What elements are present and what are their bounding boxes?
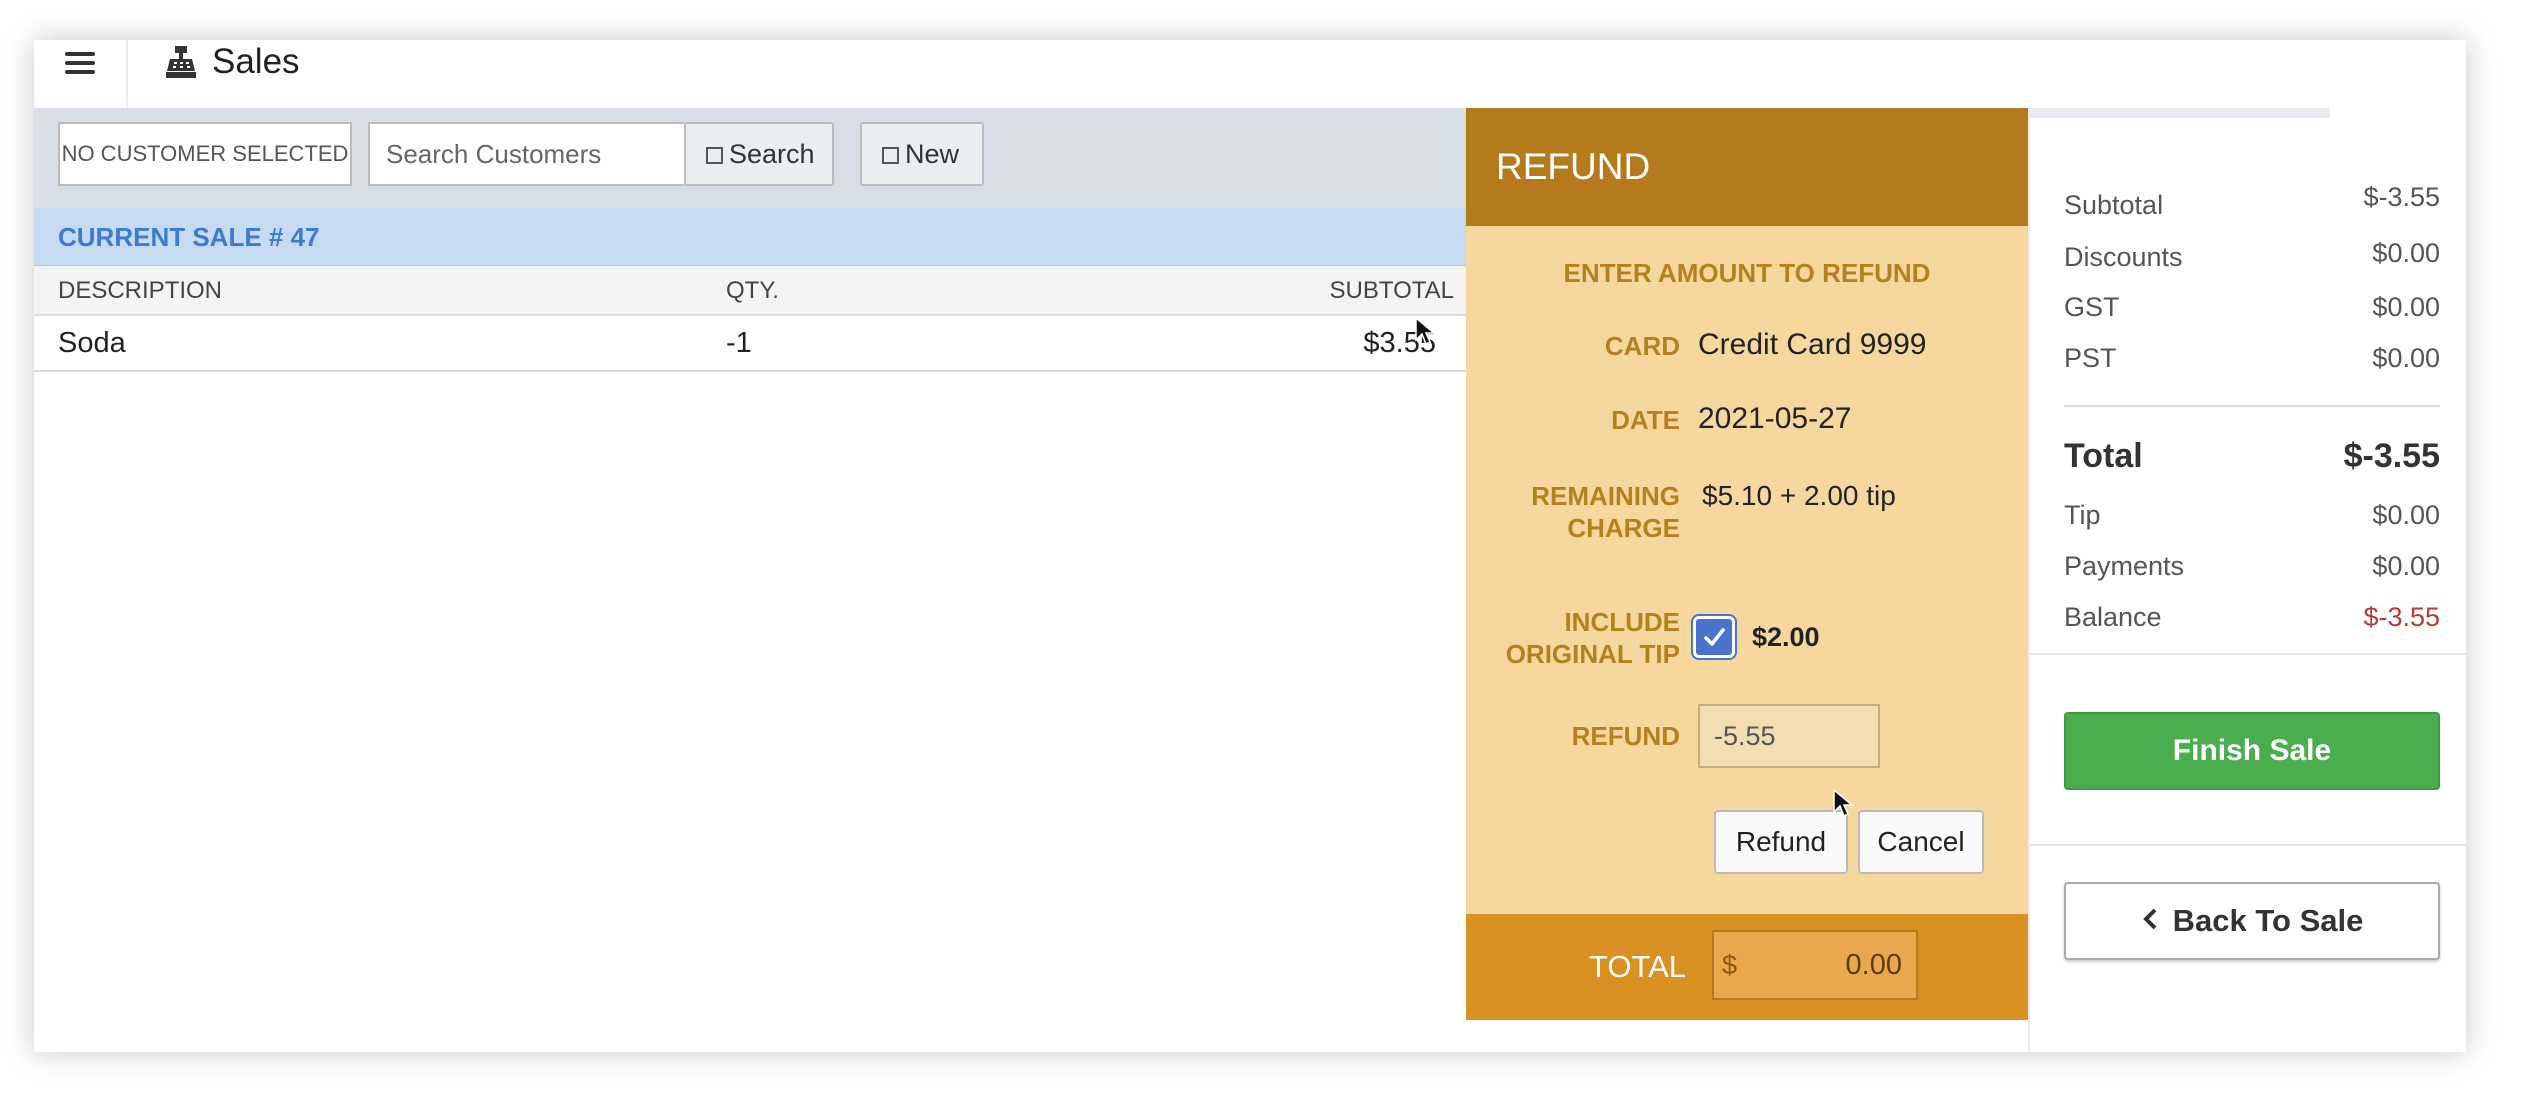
new-customer-button[interactable]: New — [860, 122, 984, 186]
summary-tip: Tip $0.00 — [2064, 500, 2440, 530]
sale-pane: NO CUSTOMER SELECTED Search New CURRENT … — [34, 108, 1466, 1052]
table-row[interactable]: Soda -1 $3.55 — [34, 316, 1466, 372]
summary-separator — [2030, 653, 2466, 655]
refund-panel: REFUND ENTER AMOUNT TO REFUND CARD Credi… — [1466, 108, 2028, 1020]
cancel-button[interactable]: Cancel — [1858, 810, 1984, 874]
summary-subtotal: Subtotal $-3.55 — [2064, 182, 2440, 220]
refund-button[interactable]: Refund — [1714, 810, 1848, 874]
chevron-left-icon — [2142, 908, 2157, 930]
search-customers-button[interactable]: Search — [684, 122, 834, 186]
date-value: 2021-05-27 — [1698, 402, 1852, 435]
summary-separator — [2030, 844, 2466, 846]
checkbox-square-icon — [706, 147, 723, 164]
refund-total-field[interactable]: $ 0.00 — [1712, 930, 1918, 1000]
card-value: Credit Card 9999 — [1698, 328, 1927, 361]
column-subtotal: SUBTOTAL — [1329, 277, 1454, 304]
item-description: Soda — [58, 327, 126, 359]
remaining-charge-label: REMAINING CHARGE — [1531, 481, 1680, 543]
mouse-cursor-icon — [1833, 788, 1854, 818]
column-description: DESCRIPTION — [58, 277, 223, 304]
item-qty: -1 — [726, 327, 752, 359]
refund-amount-input[interactable] — [1698, 704, 1880, 768]
balance-value: $-3.55 — [2363, 602, 2440, 632]
refund-instructions: ENTER AMOUNT TO REFUND — [1563, 258, 1931, 288]
summary-balance: Balance $-3.55 — [2064, 602, 2440, 632]
refund-amount-label: REFUND — [1571, 721, 1680, 751]
back-to-sale-button[interactable]: Back To Sale — [2064, 882, 2440, 960]
summary-gst: GST $0.00 — [2064, 292, 2440, 322]
tip-amount: $2.00 — [1752, 622, 1820, 652]
card-label: CARD — [1604, 331, 1680, 361]
page-title: Sales — [212, 42, 300, 81]
summary-top-strip — [2030, 108, 2330, 118]
include-tip-checkbox[interactable] — [1693, 616, 1735, 658]
checkmark-icon — [1704, 628, 1725, 646]
current-sale-header: CURRENT SALE # 47 — [34, 208, 1466, 266]
summary-payments: Payments $0.00 — [2064, 551, 2440, 581]
summary-discounts: Discounts $0.00 — [2064, 238, 2440, 272]
mouse-cursor-icon — [1415, 316, 1436, 346]
line-items-header: DESCRIPTION QTY. SUBTOTAL — [34, 266, 1466, 316]
customer-status[interactable]: NO CUSTOMER SELECTED — [58, 122, 352, 186]
customer-bar: NO CUSTOMER SELECTED Search New — [34, 108, 1466, 208]
header-divider — [126, 40, 128, 108]
refund-total-value: 0.00 — [1845, 949, 1902, 981]
summary-pst: PST $0.00 — [2064, 343, 2440, 373]
include-tip-label: INCLUDE ORIGINAL TIP — [1505, 607, 1680, 669]
refund-total-bar: TOTAL $ 0.00 — [1466, 914, 2028, 1020]
hamburger-menu-icon[interactable] — [62, 46, 102, 86]
column-qty: QTY. — [726, 277, 779, 304]
date-label: DATE — [1611, 405, 1680, 435]
checkbox-square-icon — [882, 147, 899, 164]
top-bar: Sales — [34, 40, 2466, 108]
finish-sale-button[interactable]: Finish Sale — [2064, 712, 2440, 790]
remaining-charge-value: $5.10 + 2.00 tip — [1702, 480, 1896, 511]
summary-total: Total $-3.55 — [2064, 437, 2440, 475]
app-window: Sales NO CUSTOMER SELECTED Search New CU… — [34, 40, 2466, 1052]
customer-search-input[interactable] — [368, 122, 684, 186]
summary-divider — [2064, 405, 2440, 407]
cash-register-icon — [166, 46, 196, 78]
currency-symbol: $ — [1722, 950, 1738, 980]
refund-total-label: TOTAL — [1588, 949, 1686, 984]
sale-summary: Subtotal $-3.55 Discounts $0.00 GST $0.00 P… — [2028, 108, 2466, 1052]
refund-title: REFUND — [1466, 108, 2028, 226]
